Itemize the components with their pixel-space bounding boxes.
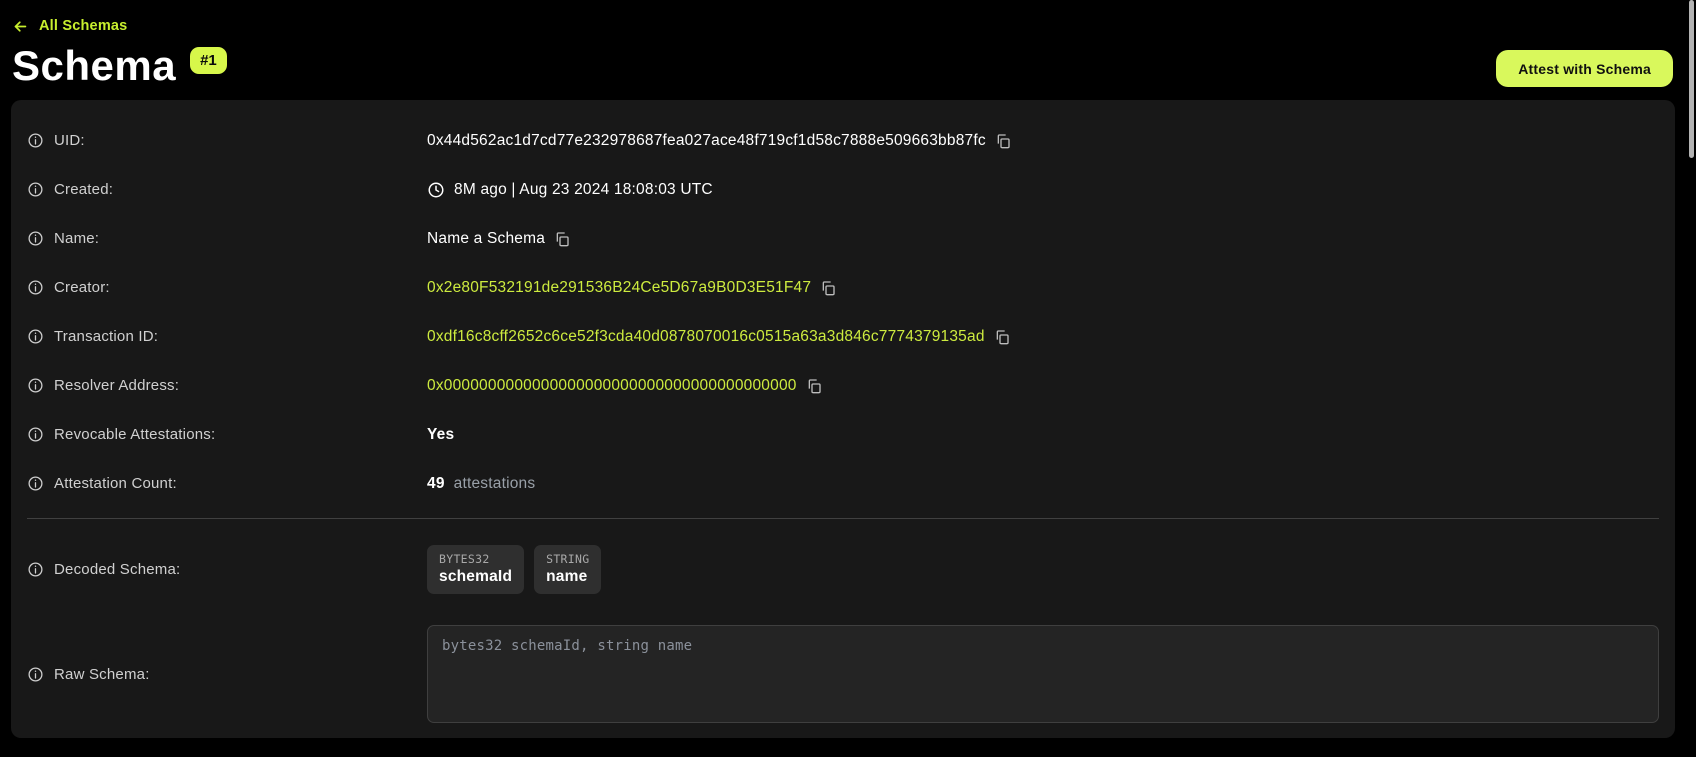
field-name: name [546, 568, 589, 586]
clock-icon [427, 181, 445, 199]
revocable-label: Revocable Attestations: [54, 426, 215, 443]
field-type: BYTES32 [439, 552, 512, 566]
uid-label: UID: [54, 132, 85, 149]
resolver-address-label: Resolver Address: [54, 377, 179, 394]
created-label: Created: [54, 181, 113, 198]
info-icon[interactable] [27, 279, 44, 296]
vertical-scrollbar-thumb[interactable] [1689, 0, 1694, 158]
detail-row-decoded-schema: Decoded Schema: BYTES32 schemaId STRING … [27, 537, 1659, 601]
schema-field-badge: STRING name [534, 545, 601, 594]
info-icon[interactable] [27, 230, 44, 247]
detail-row-created: Created: 8M ago | Aug 23 2024 18:08:03 U… [27, 165, 1659, 214]
transaction-id-label: Transaction ID: [54, 328, 158, 345]
attestation-count-label: Attestation Count: [54, 475, 177, 492]
field-type: STRING [546, 552, 589, 566]
info-icon[interactable] [27, 426, 44, 443]
copy-icon[interactable] [995, 133, 1011, 149]
detail-row-raw-schema: Raw Schema: bytes32 schemaId, string nam… [27, 625, 1659, 723]
field-name: schemaId [439, 568, 512, 586]
detail-row-creator: Creator: 0x2e80F532191de291536B24Ce5D67a… [27, 263, 1659, 312]
detail-row-uid: UID: 0x44d562ac1d7cd77e232978687fea027ac… [27, 116, 1659, 165]
info-icon[interactable] [27, 475, 44, 492]
attestations-link[interactable]: attestations [454, 475, 536, 493]
page-title: Schema [12, 44, 176, 88]
info-icon[interactable] [27, 181, 44, 198]
detail-row-name: Name: Name a Schema [27, 214, 1659, 263]
attestation-count-value: 49 [427, 475, 445, 493]
page-header: All Schemas Schema #1 Attest with Schema [0, 0, 1696, 88]
schema-field-badge: BYTES32 schemaId [427, 545, 524, 594]
attest-with-schema-button[interactable]: Attest with Schema [1496, 50, 1673, 87]
copy-icon[interactable] [994, 329, 1010, 345]
copy-icon[interactable] [820, 280, 836, 296]
created-value: 8M ago | Aug 23 2024 18:08:03 UTC [454, 181, 713, 199]
name-label: Name: [54, 230, 99, 247]
info-icon[interactable] [27, 666, 44, 683]
transaction-id-link[interactable]: 0xdf16c8cff2652c6ce52f3cda40d0878070016c… [427, 328, 985, 346]
detail-row-transaction-id: Transaction ID: 0xdf16c8cff2652c6ce52f3c… [27, 312, 1659, 361]
uid-value: 0x44d562ac1d7cd77e232978687fea027ace48f7… [427, 132, 986, 150]
arrow-left-icon [12, 18, 29, 35]
schema-detail-card: UID: 0x44d562ac1d7cd77e232978687fea027ac… [11, 100, 1675, 738]
info-icon[interactable] [27, 328, 44, 345]
revocable-value: Yes [427, 426, 454, 444]
section-divider [27, 518, 1659, 519]
detail-row-resolver-address: Resolver Address: 0x00000000000000000000… [27, 361, 1659, 410]
detail-row-attestation-count: Attestation Count: 49 attestations [27, 459, 1659, 508]
name-value: Name a Schema [427, 230, 545, 248]
info-icon[interactable] [27, 377, 44, 394]
schema-number-badge: #1 [190, 47, 227, 74]
decoded-schema-label: Decoded Schema: [54, 561, 180, 578]
resolver-address-link[interactable]: 0x00000000000000000000000000000000000000… [427, 377, 797, 395]
back-link-label[interactable]: All Schemas [39, 18, 127, 34]
back-link-all-schemas[interactable]: All Schemas [12, 16, 127, 36]
raw-schema-label: Raw Schema: [54, 666, 150, 683]
info-icon[interactable] [27, 561, 44, 578]
detail-row-revocable: Revocable Attestations: Yes [27, 410, 1659, 459]
copy-icon[interactable] [554, 231, 570, 247]
raw-schema-code-box: bytes32 schemaId, string name [427, 625, 1659, 723]
copy-icon[interactable] [806, 378, 822, 394]
creator-label: Creator: [54, 279, 110, 296]
creator-address-link[interactable]: 0x2e80F532191de291536B24Ce5D67a9B0D3E51F… [427, 279, 811, 297]
info-icon[interactable] [27, 132, 44, 149]
